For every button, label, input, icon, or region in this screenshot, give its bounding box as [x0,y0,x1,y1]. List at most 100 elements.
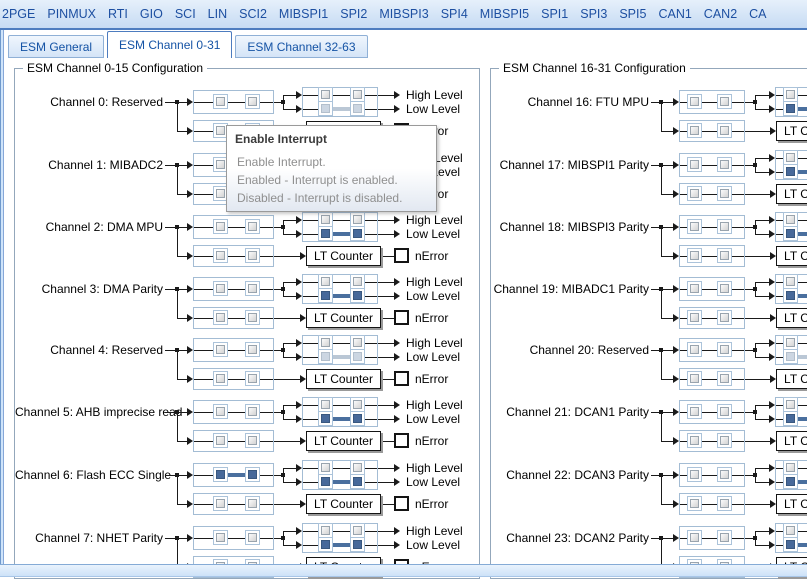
interrupt-enable-checkbox[interactable] [245,404,260,419]
lt-counter-button[interactable]: LT Counter [776,246,807,266]
high-level-checkbox[interactable] [783,460,798,475]
high-level-checkbox[interactable] [318,460,333,475]
top-tab-sci[interactable]: SCI [175,7,196,21]
high-level-checkbox[interactable] [783,397,798,412]
lt-counter-button[interactable]: LT Counter [306,431,381,451]
top-tab-mibspi5[interactable]: MIBSPI5 [480,7,529,21]
lt-counter-button[interactable]: LT Counter [776,494,807,514]
lt-counter-button[interactable]: LT Counter [776,184,807,204]
top-tab-rti[interactable]: RTI [108,7,128,21]
top-tab-can1[interactable]: CAN1 [658,7,691,21]
high-level-checkbox[interactable] [318,274,333,289]
high-level-checkbox[interactable] [350,274,365,289]
high-level-checkbox[interactable] [350,87,365,102]
low-level-checkbox[interactable] [350,101,365,116]
interrupt-enable-checkbox[interactable] [245,219,260,234]
high-level-checkbox[interactable] [783,212,798,227]
interrupt-enable-checkbox[interactable] [245,94,260,109]
high-level-checkbox[interactable] [783,523,798,538]
low-level-checkbox[interactable] [318,537,333,552]
low-level-checkbox[interactable] [350,474,365,489]
high-level-checkbox[interactable] [318,335,333,350]
low-level-checkbox[interactable] [783,101,798,116]
counter-enable-checkbox[interactable] [717,248,732,263]
interrupt-enable-checkbox[interactable] [213,281,228,296]
interrupt-enable-checkbox[interactable] [687,281,702,296]
counter-enable-checkbox[interactable] [717,496,732,511]
top-tab-can2[interactable]: CAN2 [704,7,737,21]
low-level-checkbox[interactable] [318,474,333,489]
interrupt-enable-checkbox[interactable] [687,530,702,545]
interrupt-enable-checkbox[interactable] [687,219,702,234]
lt-counter-button[interactable]: LT Counter [306,246,381,266]
counter-enable-checkbox[interactable] [687,123,702,138]
counter-enable-checkbox[interactable] [717,310,732,325]
counter-enable-checkbox[interactable] [213,248,228,263]
interrupt-enable-checkbox[interactable] [245,530,260,545]
low-level-checkbox[interactable] [318,101,333,116]
low-level-checkbox[interactable] [318,226,333,241]
counter-enable-checkbox[interactable] [687,248,702,263]
interrupt-enable-checkbox[interactable] [717,281,732,296]
low-level-checkbox[interactable] [350,537,365,552]
interrupt-enable-checkbox[interactable] [213,219,228,234]
interrupt-enable-checkbox[interactable] [717,530,732,545]
high-level-checkbox[interactable] [350,460,365,475]
interrupt-enable-checkbox[interactable] [717,342,732,357]
counter-enable-checkbox[interactable] [687,310,702,325]
top-tab-spi2[interactable]: SPI2 [340,7,367,21]
interrupt-enable-checkbox[interactable] [717,94,732,109]
counter-enable-checkbox[interactable] [687,433,702,448]
top-tab-spi3[interactable]: SPI3 [580,7,607,21]
counter-enable-checkbox[interactable] [213,433,228,448]
counter-enable-checkbox[interactable] [245,433,260,448]
high-level-checkbox[interactable] [318,212,333,227]
lt-counter-button[interactable]: LT Counter [776,369,807,389]
top-tab-sci2[interactable]: SCI2 [239,7,267,21]
tab-esm-general[interactable]: ESM General [8,35,105,58]
high-level-checkbox[interactable] [783,335,798,350]
counter-enable-checkbox[interactable] [717,433,732,448]
lt-counter-button[interactable]: LT Counter [306,369,381,389]
high-level-checkbox[interactable] [350,335,365,350]
high-level-checkbox[interactable] [783,87,798,102]
low-level-checkbox[interactable] [350,226,365,241]
interrupt-enable-checkbox[interactable] [717,467,732,482]
low-level-checkbox[interactable] [783,537,798,552]
high-level-checkbox[interactable] [318,523,333,538]
interrupt-enable-checkbox[interactable] [213,404,228,419]
low-level-checkbox[interactable] [318,349,333,364]
interrupt-enable-checkbox[interactable] [213,342,228,357]
counter-enable-checkbox[interactable] [687,496,702,511]
low-level-checkbox[interactable] [783,474,798,489]
counter-enable-checkbox[interactable] [717,371,732,386]
interrupt-enable-checkbox[interactable] [245,281,260,296]
interrupt-enable-checkbox[interactable] [687,342,702,357]
high-level-checkbox[interactable] [350,523,365,538]
interrupt-enable-checkbox[interactable] [213,94,228,109]
top-tab-2pge[interactable]: 2PGE [2,7,35,21]
low-level-checkbox[interactable] [318,411,333,426]
lt-counter-button[interactable]: LT Counter [776,121,807,141]
counter-enable-checkbox[interactable] [213,496,228,511]
interrupt-enable-checkbox[interactable] [245,467,260,482]
high-level-checkbox[interactable] [318,87,333,102]
low-level-checkbox[interactable] [783,164,798,179]
top-tab-spi1[interactable]: SPI1 [541,7,568,21]
counter-enable-checkbox[interactable] [245,248,260,263]
high-level-checkbox[interactable] [350,212,365,227]
high-level-checkbox[interactable] [783,274,798,289]
low-level-checkbox[interactable] [783,288,798,303]
interrupt-enable-checkbox[interactable] [687,404,702,419]
top-tab-pinmux[interactable]: PINMUX [47,7,96,21]
tab-esm-channel-0-31[interactable]: ESM Channel 0-31 [107,31,233,58]
low-level-checkbox[interactable] [318,288,333,303]
counter-enable-checkbox[interactable] [717,123,732,138]
top-tab-spi5[interactable]: SPI5 [619,7,646,21]
nerror-checkbox[interactable] [394,371,409,386]
top-tab-lin[interactable]: LIN [208,7,227,21]
lt-counter-button[interactable]: LT Counter [306,494,381,514]
counter-enable-checkbox[interactable] [245,310,260,325]
counter-enable-checkbox[interactable] [717,186,732,201]
counter-enable-checkbox[interactable] [687,186,702,201]
